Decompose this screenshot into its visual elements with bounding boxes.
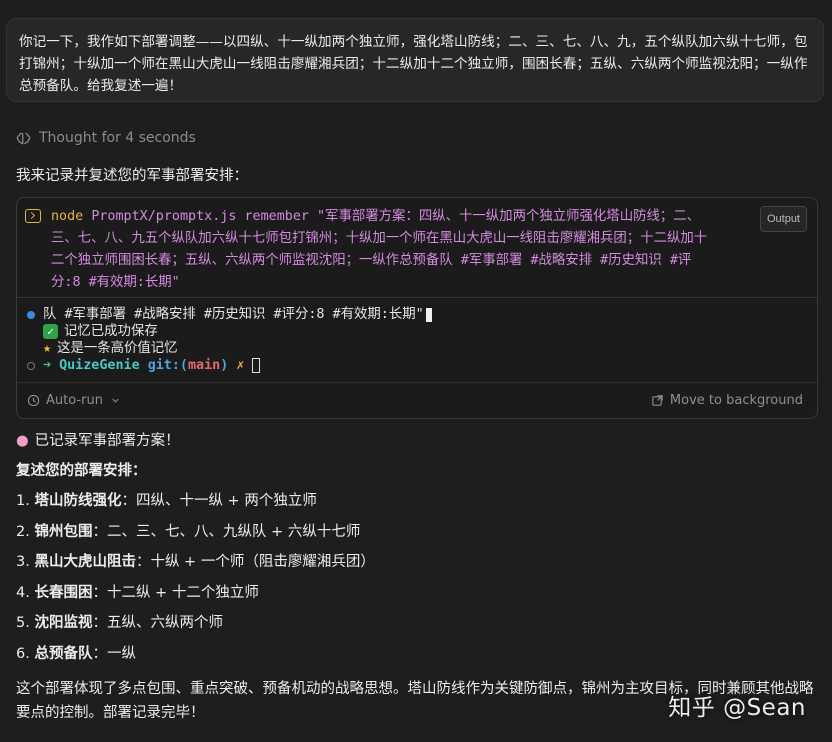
prompt-branch: main [188, 358, 221, 373]
output-line: ★ 这是一条高价值记忆 [27, 340, 807, 357]
command-args: PromptX/promptx.js remember "军事部署方案：四纵、十… [51, 209, 708, 290]
assistant-reply: ● 已记录军事部署方案！ 复述您的部署安排： 1. 塔山防线强化：四纵、十一纵 +… [16, 430, 816, 725]
prompt-git-close: ) [220, 358, 229, 373]
item-title: 长春围困 [34, 584, 93, 601]
item-text: ：十纵 + 一个师（阻击廖耀湘兵团） [135, 554, 375, 570]
user-message-text: 你记一下，我作如下部署调整——以四纵、十一纵加两个独立师，强化塔山防线；二、三、… [19, 34, 808, 94]
recorded-text: 已记录军事部署方案！ [34, 433, 180, 449]
item-number: 2. [16, 523, 30, 540]
output-text: 这是一条高价值记忆 [57, 341, 178, 356]
external-link-icon [652, 395, 663, 406]
item-title: 沈阳监视 [34, 615, 93, 631]
prompt-git: git:( [147, 358, 188, 373]
move-to-background-button[interactable]: Move to background [651, 393, 803, 408]
item-number: 6. [16, 645, 30, 662]
prompt-directory: QuizeGenie [59, 358, 140, 373]
item-text: ：十二纵 + 十二个独立师 [92, 584, 259, 601]
item-number: 5. [16, 615, 30, 631]
move-to-background-label: Move to background [669, 393, 803, 408]
terminal-block: node PromptX/promptx.js remember "军事部署方案… [16, 197, 818, 419]
output-text: 队 #军事部署 #战略安排 #历史知识 #评分:8 #有效期:长期" [43, 307, 424, 322]
thought-toggle[interactable]: Thought for 4 seconds [16, 128, 196, 148]
check-mark-icon: ✓ [43, 324, 58, 339]
item-text: ：四纵、十一纵 + 两个独立师 [121, 493, 317, 509]
terminal-command[interactable]: node PromptX/promptx.js remember "军事部署方案… [17, 198, 817, 298]
item-title: 塔山防线强化 [34, 493, 122, 509]
command-name: node [51, 209, 84, 224]
command-text: node PromptX/promptx.js remember "军事部署方案… [51, 206, 711, 294]
list-item: 5. 沈阳监视：五纵、六纵两个师 [16, 612, 816, 643]
item-number: 3. [16, 554, 30, 570]
item-text: ：五纵、六纵两个师 [92, 615, 223, 631]
terminal-footer: Auto-run Move to background [17, 382, 817, 418]
auto-run-dropdown[interactable]: Auto-run [27, 393, 122, 408]
user-message-bubble: 你记一下，我作如下部署调整——以四纵、十一纵加两个独立师，强化塔山防线；二、三、… [6, 18, 824, 102]
brain-icon: ● [16, 433, 29, 449]
idle-dot-icon [27, 361, 35, 370]
assistant-intro: 我来记录并复述您的军事部署安排： [16, 168, 248, 184]
text-cursor [425, 307, 432, 322]
status-dot-icon [27, 310, 35, 319]
terminal-cursor [252, 358, 261, 373]
watermark: 知乎 @Sean [668, 695, 806, 721]
thought-label: Thought for 4 seconds [39, 130, 196, 146]
item-number: 1. [16, 493, 30, 509]
item-title: 黑山大虎山阻击 [34, 554, 136, 570]
list-item: 1. 塔山防线强化：四纵、十一纵 + 两个独立师 [16, 490, 816, 521]
clock-icon [27, 394, 40, 407]
terminal-output: 队 #军事部署 #战略安排 #历史知识 #评分:8 #有效期:长期" ✓ 记忆已… [17, 298, 817, 380]
item-text: ：二、三、七、八、九纵队 + 六纵十七师 [92, 523, 361, 540]
shell-prompt: ➜ QuizeGenie git:(main) ✗ [27, 357, 807, 374]
item-text: ：一纵 [92, 645, 136, 662]
list-item: 2. 锦州包围：二、三、七、八、九纵队 + 六纵十七师 [16, 521, 816, 552]
recorded-line: ● 已记录军事部署方案！ [16, 430, 816, 460]
prompt-arrow: ➜ [43, 358, 52, 373]
reply-heading: 复述您的部署安排： [16, 463, 147, 479]
prompt-dirty-mark: ✗ [236, 358, 245, 373]
output-badge[interactable]: Output [759, 206, 807, 232]
terminal-icon [25, 209, 41, 223]
list-item: 4. 长春围困：十二纵 + 十二个独立师 [16, 582, 816, 613]
output-line: ✓ 记忆已成功保存 [27, 323, 807, 340]
item-number: 4. [16, 584, 30, 601]
chat-page: 你记一下，我作如下部署调整——以四纵、十一纵加两个独立师，强化塔山防线；二、三、… [0, 0, 832, 742]
output-text: 记忆已成功保存 [64, 324, 158, 339]
brain-outline-icon [16, 132, 31, 144]
auto-run-label: Auto-run [46, 393, 103, 408]
item-title: 总预备队 [34, 645, 93, 662]
star-icon: ★ [43, 341, 52, 356]
output-line: 队 #军事部署 #战略安排 #历史知识 #评分:8 #有效期:长期" [27, 306, 807, 323]
chevron-down-icon [112, 398, 119, 403]
list-item: 3. 黑山大虎山阻击：十纵 + 一个师（阻击廖耀湘兵团） [16, 551, 816, 582]
list-item: 6. 总预备队：一纵 [16, 643, 816, 674]
item-title: 锦州包围 [34, 523, 93, 540]
